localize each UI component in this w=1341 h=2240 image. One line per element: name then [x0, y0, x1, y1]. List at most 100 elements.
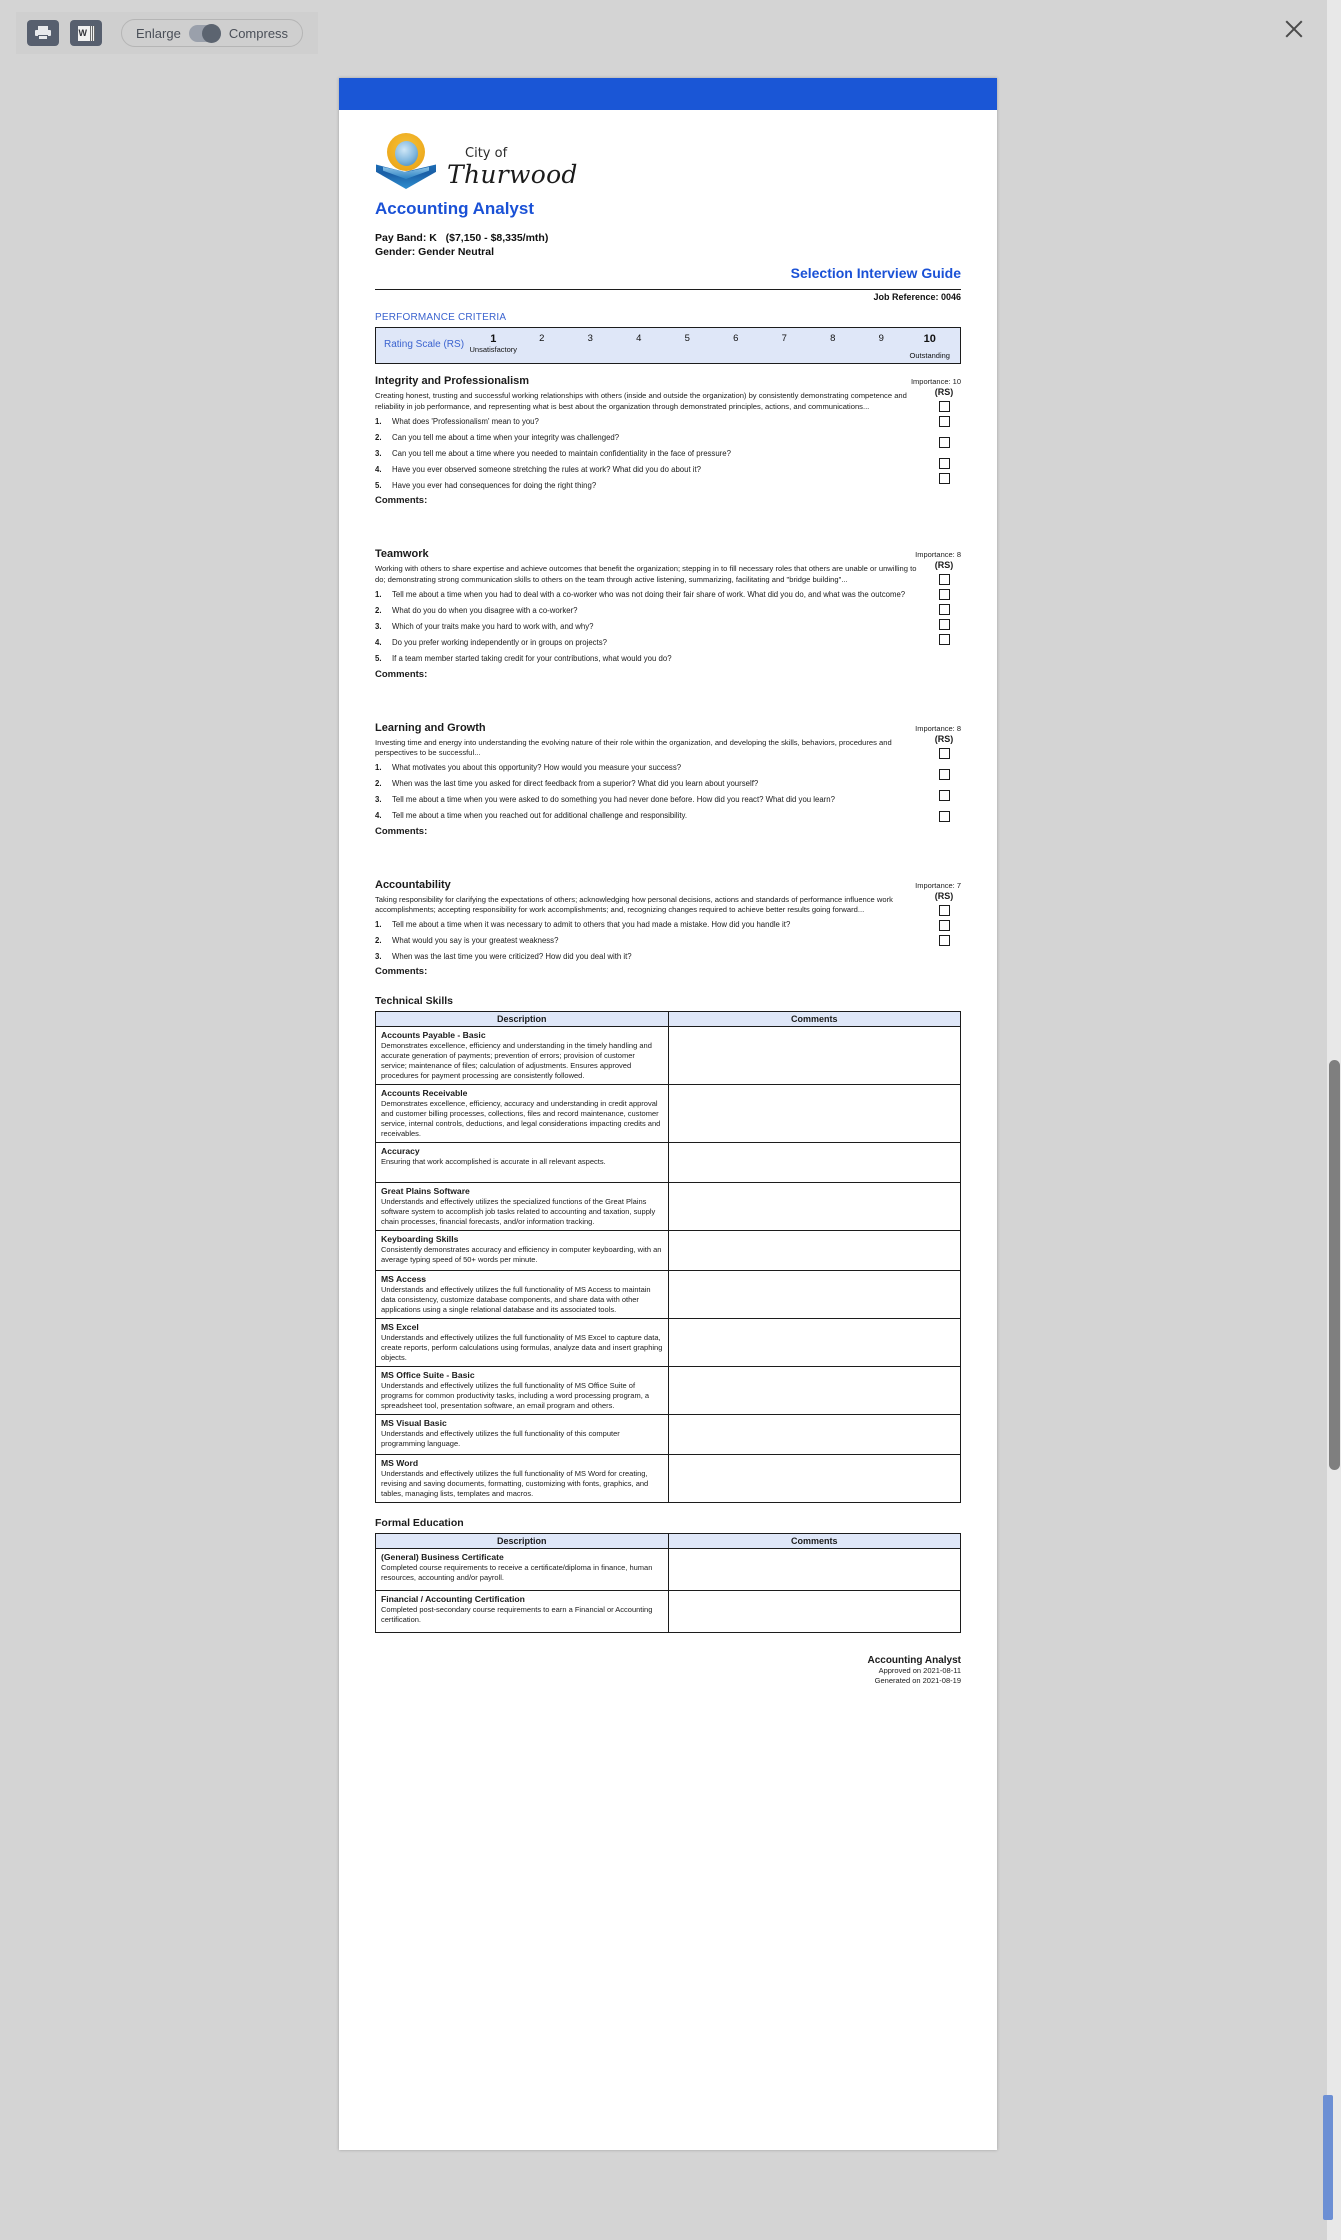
rating-checkbox[interactable]	[938, 934, 950, 946]
table-header-row: Description Comments	[375, 1011, 961, 1028]
question-number: 2.	[375, 606, 382, 616]
comments-label: Comments:	[375, 825, 428, 837]
gender-label: Gender: Gender Neutral	[375, 246, 495, 259]
table-row: MS Office Suite - Basic Understands and e…	[375, 1365, 961, 1415]
table-row: Accounts Payable - Basic Demonstrates exc…	[375, 1026, 961, 1086]
guide-title: Selection Interview Guide	[790, 265, 961, 282]
skill-comments-cell[interactable]	[667, 1365, 961, 1415]
rating-high-caption: Outstanding	[909, 351, 950, 361]
question-number: 3.	[375, 449, 382, 459]
rating-checkbox[interactable]	[938, 437, 950, 449]
download-word-button[interactable]: W	[70, 20, 102, 46]
skill-comments-cell[interactable]	[667, 1453, 961, 1503]
rating-checkbox[interactable]	[938, 458, 950, 470]
skill-comments-cell[interactable]	[667, 1413, 961, 1455]
switch-knob	[201, 23, 221, 43]
interview-question: 1. What motivates you about this opportun…	[375, 763, 921, 773]
competency-description: Investing time and energy into understan…	[375, 737, 892, 757]
skill-description-cell: MS Word Understands and effectively utili…	[375, 1453, 669, 1503]
close-icon[interactable]	[1283, 18, 1305, 40]
rating-checkbox[interactable]	[938, 401, 950, 413]
competency-body: Creating honest, trusting and successful…	[375, 387, 961, 506]
interview-question: 1. Tell me about a time when you had to d…	[375, 590, 921, 600]
rating-checkbox[interactable]	[938, 747, 950, 759]
rating-number: 2	[539, 333, 545, 345]
zoom-toggle-group[interactable]: Enlarge Compress	[121, 19, 304, 47]
rating-number: 8	[830, 333, 836, 345]
skill-description: Understands and effectively utilizes the…	[381, 1285, 651, 1315]
table-row: (General) Business Certificate Completed …	[375, 1547, 961, 1591]
question-number: 3.	[375, 795, 382, 805]
skill-comments-cell[interactable]	[667, 1182, 961, 1232]
skill-comments-cell[interactable]	[667, 1270, 961, 1320]
skill-comments-cell[interactable]	[667, 1589, 961, 1633]
rating-checkbox[interactable]	[938, 473, 950, 485]
question-number: 3.	[375, 622, 382, 632]
rating-checkbox[interactable]	[938, 810, 950, 822]
rating-checkbox[interactable]	[938, 574, 950, 586]
table-row: MS Word Understands and effectively utili…	[375, 1453, 961, 1503]
enlarge-compress-switch[interactable]	[188, 23, 221, 43]
compress-label: Compress	[228, 25, 289, 41]
rating-checkbox[interactable]	[938, 919, 950, 931]
skill-description-cell: Keyboarding Skills Consistently demonstra…	[375, 1230, 669, 1272]
table-row: Great Plains Software Understands and eff…	[375, 1182, 961, 1232]
technical-skills-heading: Technical Skills	[375, 995, 454, 1008]
rating-number: 10	[923, 333, 936, 346]
print-button[interactable]	[27, 20, 59, 46]
rating-checkbox[interactable]	[938, 634, 950, 646]
skill-name: MS Word	[381, 1457, 419, 1468]
skill-comments-cell[interactable]	[667, 1142, 961, 1184]
skill-comments-cell[interactable]	[667, 1318, 961, 1367]
interview-question: 2. Can you tell me about a time when your…	[375, 433, 921, 443]
skill-comments-cell[interactable]	[667, 1230, 961, 1272]
interview-question: 1. Tell me about a time when it was neces…	[375, 920, 921, 930]
skill-description-cell: MS Excel Understands and effectively util…	[375, 1318, 669, 1367]
competency-content: Taking responsibility for clarifying the…	[375, 891, 921, 978]
rating-checkbox[interactable]	[938, 589, 950, 601]
page-accent-bar	[339, 78, 997, 110]
question-text: Tell me about a time when you had to dea…	[392, 589, 906, 599]
formal-education-table: Description Comments (General) Business …	[375, 1532, 961, 1633]
competency-description: Working with others to share expertise a…	[375, 564, 917, 584]
rating-checkbox[interactable]	[938, 768, 950, 780]
question-text: Can you tell me about a time where you n…	[392, 449, 731, 459]
interview-question: 3. Can you tell me about a time where you…	[375, 449, 921, 459]
skill-comments-cell[interactable]	[667, 1026, 961, 1086]
rating-checkbox[interactable]	[938, 416, 950, 428]
question-number: 5.	[375, 481, 382, 491]
interview-question: 3. Which of your traits make you hard to …	[375, 622, 921, 632]
table-header-row: Description Comments	[375, 1532, 961, 1549]
rating-checkbox[interactable]	[938, 789, 950, 801]
skill-comments-cell[interactable]	[667, 1547, 961, 1591]
table-row: MS Access Understands and effectively uti…	[375, 1270, 961, 1320]
rating-number: 1	[490, 333, 497, 346]
column-header-comments: Comments	[667, 1532, 961, 1549]
question-list: 1. Tell me about a time when you had to d…	[375, 590, 921, 665]
rating-checkbox[interactable]	[938, 619, 950, 631]
skill-name: Accounts Receivable	[381, 1088, 468, 1099]
printer-icon	[35, 26, 51, 40]
rating-number: 5	[684, 333, 690, 345]
question-text: Which of your traits make you hard to wo…	[392, 622, 594, 632]
competency-description: Taking responsibility for clarifying the…	[375, 894, 893, 914]
skill-comments-cell[interactable]	[667, 1084, 961, 1144]
window-scrollbar-track[interactable]	[1327, 0, 1341, 2240]
window-scrollbar-thumb[interactable]	[1329, 1060, 1340, 1470]
rs-header: (RS)	[934, 890, 954, 901]
skill-name: Financial / Accounting Certification	[381, 1593, 525, 1604]
skill-name: MS Office Suite - Basic	[381, 1369, 475, 1380]
rating-checkbox[interactable]	[938, 604, 950, 616]
skill-description: Demonstrates excellence, efficiency, acc…	[381, 1099, 661, 1139]
question-number: 1.	[375, 416, 382, 426]
skill-description-cell: MS Office Suite - Basic Understands and e…	[375, 1365, 669, 1415]
competency-title: Accountability	[375, 878, 451, 891]
question-list: 1. What does 'Professionalism' mean to yo…	[375, 417, 921, 492]
rating-number: 3	[587, 333, 593, 345]
competency-importance: Importance: 8	[915, 723, 961, 733]
rating-value-7: 7	[760, 328, 809, 365]
page-scrollbar-thumb[interactable]	[1323, 2095, 1333, 2220]
competency-body: Taking responsibility for clarifying the…	[375, 891, 961, 978]
column-header-comments: Comments	[667, 1011, 961, 1028]
rating-checkbox[interactable]	[938, 904, 950, 916]
